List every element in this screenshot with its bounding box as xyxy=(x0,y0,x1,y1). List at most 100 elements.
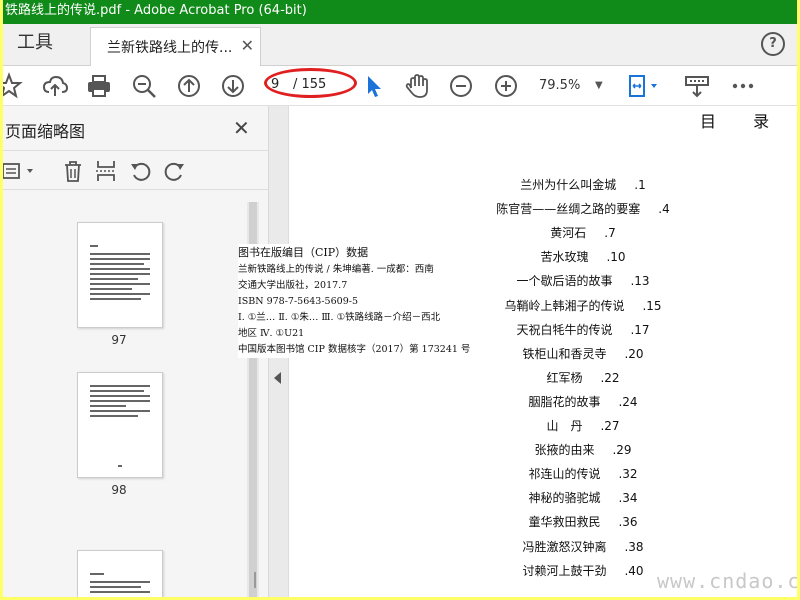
rotate-cw-icon[interactable] xyxy=(162,159,186,183)
toc-entry-page: .13 xyxy=(630,274,650,289)
toc-entry[interactable]: 张掖的由来 .29 xyxy=(433,441,733,458)
page-thumbnail[interactable] xyxy=(77,222,163,328)
toc-entry-title: 铁柜山和香灵寺 xyxy=(522,346,607,361)
toc-entry-page: .4 xyxy=(658,202,670,217)
main-toolbar: 9 / 155 79.5% ▼ xyxy=(3,66,797,106)
close-pane-icon[interactable]: ✕ xyxy=(233,116,250,140)
toc-entry-page: .27 xyxy=(600,419,620,433)
delete-page-icon[interactable] xyxy=(61,159,85,183)
collapse-pane-icon[interactable] xyxy=(274,372,281,384)
rotate-ccw-icon[interactable] xyxy=(129,159,153,183)
more-icon[interactable] xyxy=(729,72,757,100)
toc-entry-page: .29 xyxy=(612,443,632,458)
zoom-out-icon[interactable] xyxy=(447,72,475,100)
toc-entry-page: .22 xyxy=(600,370,620,385)
toc-entry[interactable]: 黄河石 .7 xyxy=(433,224,733,241)
toc-entry-page: .24 xyxy=(618,394,638,409)
toc-entry-title: 红军杨 xyxy=(546,370,583,385)
toc-entry-page: .36 xyxy=(618,515,638,530)
zoom-select[interactable]: 79.5% ▼ xyxy=(539,74,609,98)
comment-stamp-icon[interactable] xyxy=(683,72,711,100)
cip-line: 中国版本图书馆 CIP 数据核字（2017）第 173241 号 xyxy=(238,344,471,355)
toc-entry-title: 讨赖河上鼓干劲 xyxy=(522,563,607,578)
toc-entry-title: 山 丹 xyxy=(546,419,583,433)
cip-line: Ⅰ. ①兰… Ⅱ. ①朱… Ⅲ. ①铁路线路－介绍－西北 xyxy=(238,312,441,323)
toc-entry[interactable]: 兰州为什么叫金城 .1 xyxy=(433,176,733,193)
print-icon[interactable] xyxy=(85,72,113,100)
toc-entry-title: 童华救田救民 xyxy=(528,515,601,530)
close-tab-icon[interactable]: ✕ xyxy=(241,36,254,55)
hand-icon[interactable] xyxy=(403,72,431,100)
toc-entry[interactable]: 苦水玫瑰 .10 xyxy=(433,248,733,265)
toc-entry-page: .1 xyxy=(634,178,646,192)
toc-entry-title: 黄河石 xyxy=(550,226,587,241)
toc-entry-page: .17 xyxy=(630,322,650,337)
page-number-highlight xyxy=(264,68,357,98)
toc-entry-page: .38 xyxy=(624,539,644,554)
toc-entry-page: .32 xyxy=(618,467,638,482)
toc-entry-title: 祁连山的传说 xyxy=(528,467,601,482)
tab-document[interactable]: 兰新铁路线上的传... ✕ xyxy=(90,27,261,66)
page-thumbnail[interactable] xyxy=(77,550,163,597)
cip-line: 兰新铁路线上的传说 / 朱坤编著. 一成都：西南 xyxy=(238,264,434,275)
toc-entry-page: .40 xyxy=(624,563,644,578)
toc-entry[interactable]: 神秘的骆驼城 .34 xyxy=(433,489,733,506)
toc-entry[interactable]: 胭脂花的故事 .24 xyxy=(433,393,733,410)
pane-title: 页面缩略图 xyxy=(5,122,86,141)
thumbnail-label: 97 xyxy=(111,333,127,347)
toc-entry-page: .7 xyxy=(604,226,616,241)
help-icon[interactable]: ? xyxy=(761,32,785,56)
star-icon[interactable] xyxy=(3,72,23,100)
toc-entry-title: 陈官营——丝绸之路的要塞 xyxy=(496,202,641,217)
toc-entry-page: .20 xyxy=(624,346,644,361)
toc-entry-title: 一个歇后语的故事 xyxy=(516,274,613,289)
cip-data-block: 图书在版编目（CIP）数据 兰新铁路线上的传说 / 朱坤编著. 一成都：西南 交通… xyxy=(238,244,478,358)
toc-entry-title: 苦水玫瑰 xyxy=(540,250,589,265)
toc-entry-page: .15 xyxy=(642,298,662,313)
toc-entry[interactable]: 一个歇后语的故事 .13 xyxy=(433,272,733,289)
toc-entry[interactable]: 冯胜激怒汉钟离 .38 xyxy=(433,538,733,555)
toc-entry-title: 乌鞘岭上韩湘子的传说 xyxy=(504,298,625,313)
toc-entry-title: 兰州为什么叫金城 xyxy=(520,178,617,192)
toc-entry-title: 天祝白牦牛的传说 xyxy=(516,322,613,337)
toc-entry[interactable]: 天祝白牦牛的传说 .17 xyxy=(433,321,733,338)
fit-page-icon[interactable] xyxy=(625,72,665,100)
page-up-icon[interactable] xyxy=(175,72,203,100)
page-down-icon[interactable] xyxy=(219,72,247,100)
chevron-down-icon: ▼ xyxy=(595,80,603,91)
toc-entry[interactable]: 童华救田救民 .36 xyxy=(433,513,733,530)
select-arrow-icon[interactable] xyxy=(360,72,388,100)
resize-grip[interactable] xyxy=(254,572,256,588)
tab-document-label: 兰新铁路线上的传... xyxy=(107,40,233,56)
thumbnail-toolbar xyxy=(3,150,269,190)
cip-heading: 图书在版编目（CIP）数据 xyxy=(238,246,369,259)
toc-entry-title: 张掖的由来 xyxy=(534,443,595,458)
toc-entry-title: 冯胜激怒汉钟离 xyxy=(522,539,607,554)
toc-heading: 目 录 xyxy=(700,112,786,131)
title-bar: 铁路线上的传说.pdf - Adobe Acrobat Pro (64-bit) xyxy=(3,0,797,24)
extract-page-icon[interactable] xyxy=(94,159,118,183)
thumbnail-label: 98 xyxy=(111,483,127,497)
site-watermark: www.cndao.com xyxy=(657,569,797,593)
tab-bar: 工具 兰新铁路线上的传... ✕ ? xyxy=(3,24,797,66)
toc-entry[interactable]: 山 丹 .27 xyxy=(433,417,733,434)
cip-line: 交通大学出版社，2017.7 xyxy=(238,280,348,291)
window-title: 铁路线上的传说.pdf - Adobe Acrobat Pro (64-bit) xyxy=(5,3,307,18)
zoom-search-icon[interactable] xyxy=(130,72,158,100)
toc-entry[interactable]: 铁柜山和香灵寺 .20 xyxy=(433,345,733,362)
zoom-in-icon[interactable] xyxy=(492,72,520,100)
thumbnails-pane: 页面缩略图 ✕ 97 98 xyxy=(3,106,269,597)
toc-entry-title: 胭脂花的故事 xyxy=(528,394,601,409)
tab-tools[interactable]: 工具 xyxy=(17,24,53,65)
toc-entry[interactable]: 祁连山的传说 .32 xyxy=(433,465,733,482)
toc-entry-page: .10 xyxy=(606,250,626,265)
toc-entry-page: .34 xyxy=(618,491,638,506)
toc-entry[interactable]: 红军杨 .22 xyxy=(433,369,733,386)
toc-entry-title: 神秘的骆驼城 xyxy=(528,491,601,506)
cloud-upload-icon[interactable] xyxy=(41,72,69,100)
page-thumbnail[interactable] xyxy=(77,372,163,478)
options-menu-icon[interactable] xyxy=(3,159,37,183)
toc-entry[interactable]: 陈官营——丝绸之路的要塞 .4 xyxy=(433,200,733,217)
cip-line: ISBN 978-7-5643-5609-5 xyxy=(238,296,358,307)
toc-entry[interactable]: 乌鞘岭上韩湘子的传说 .15 xyxy=(433,297,733,314)
